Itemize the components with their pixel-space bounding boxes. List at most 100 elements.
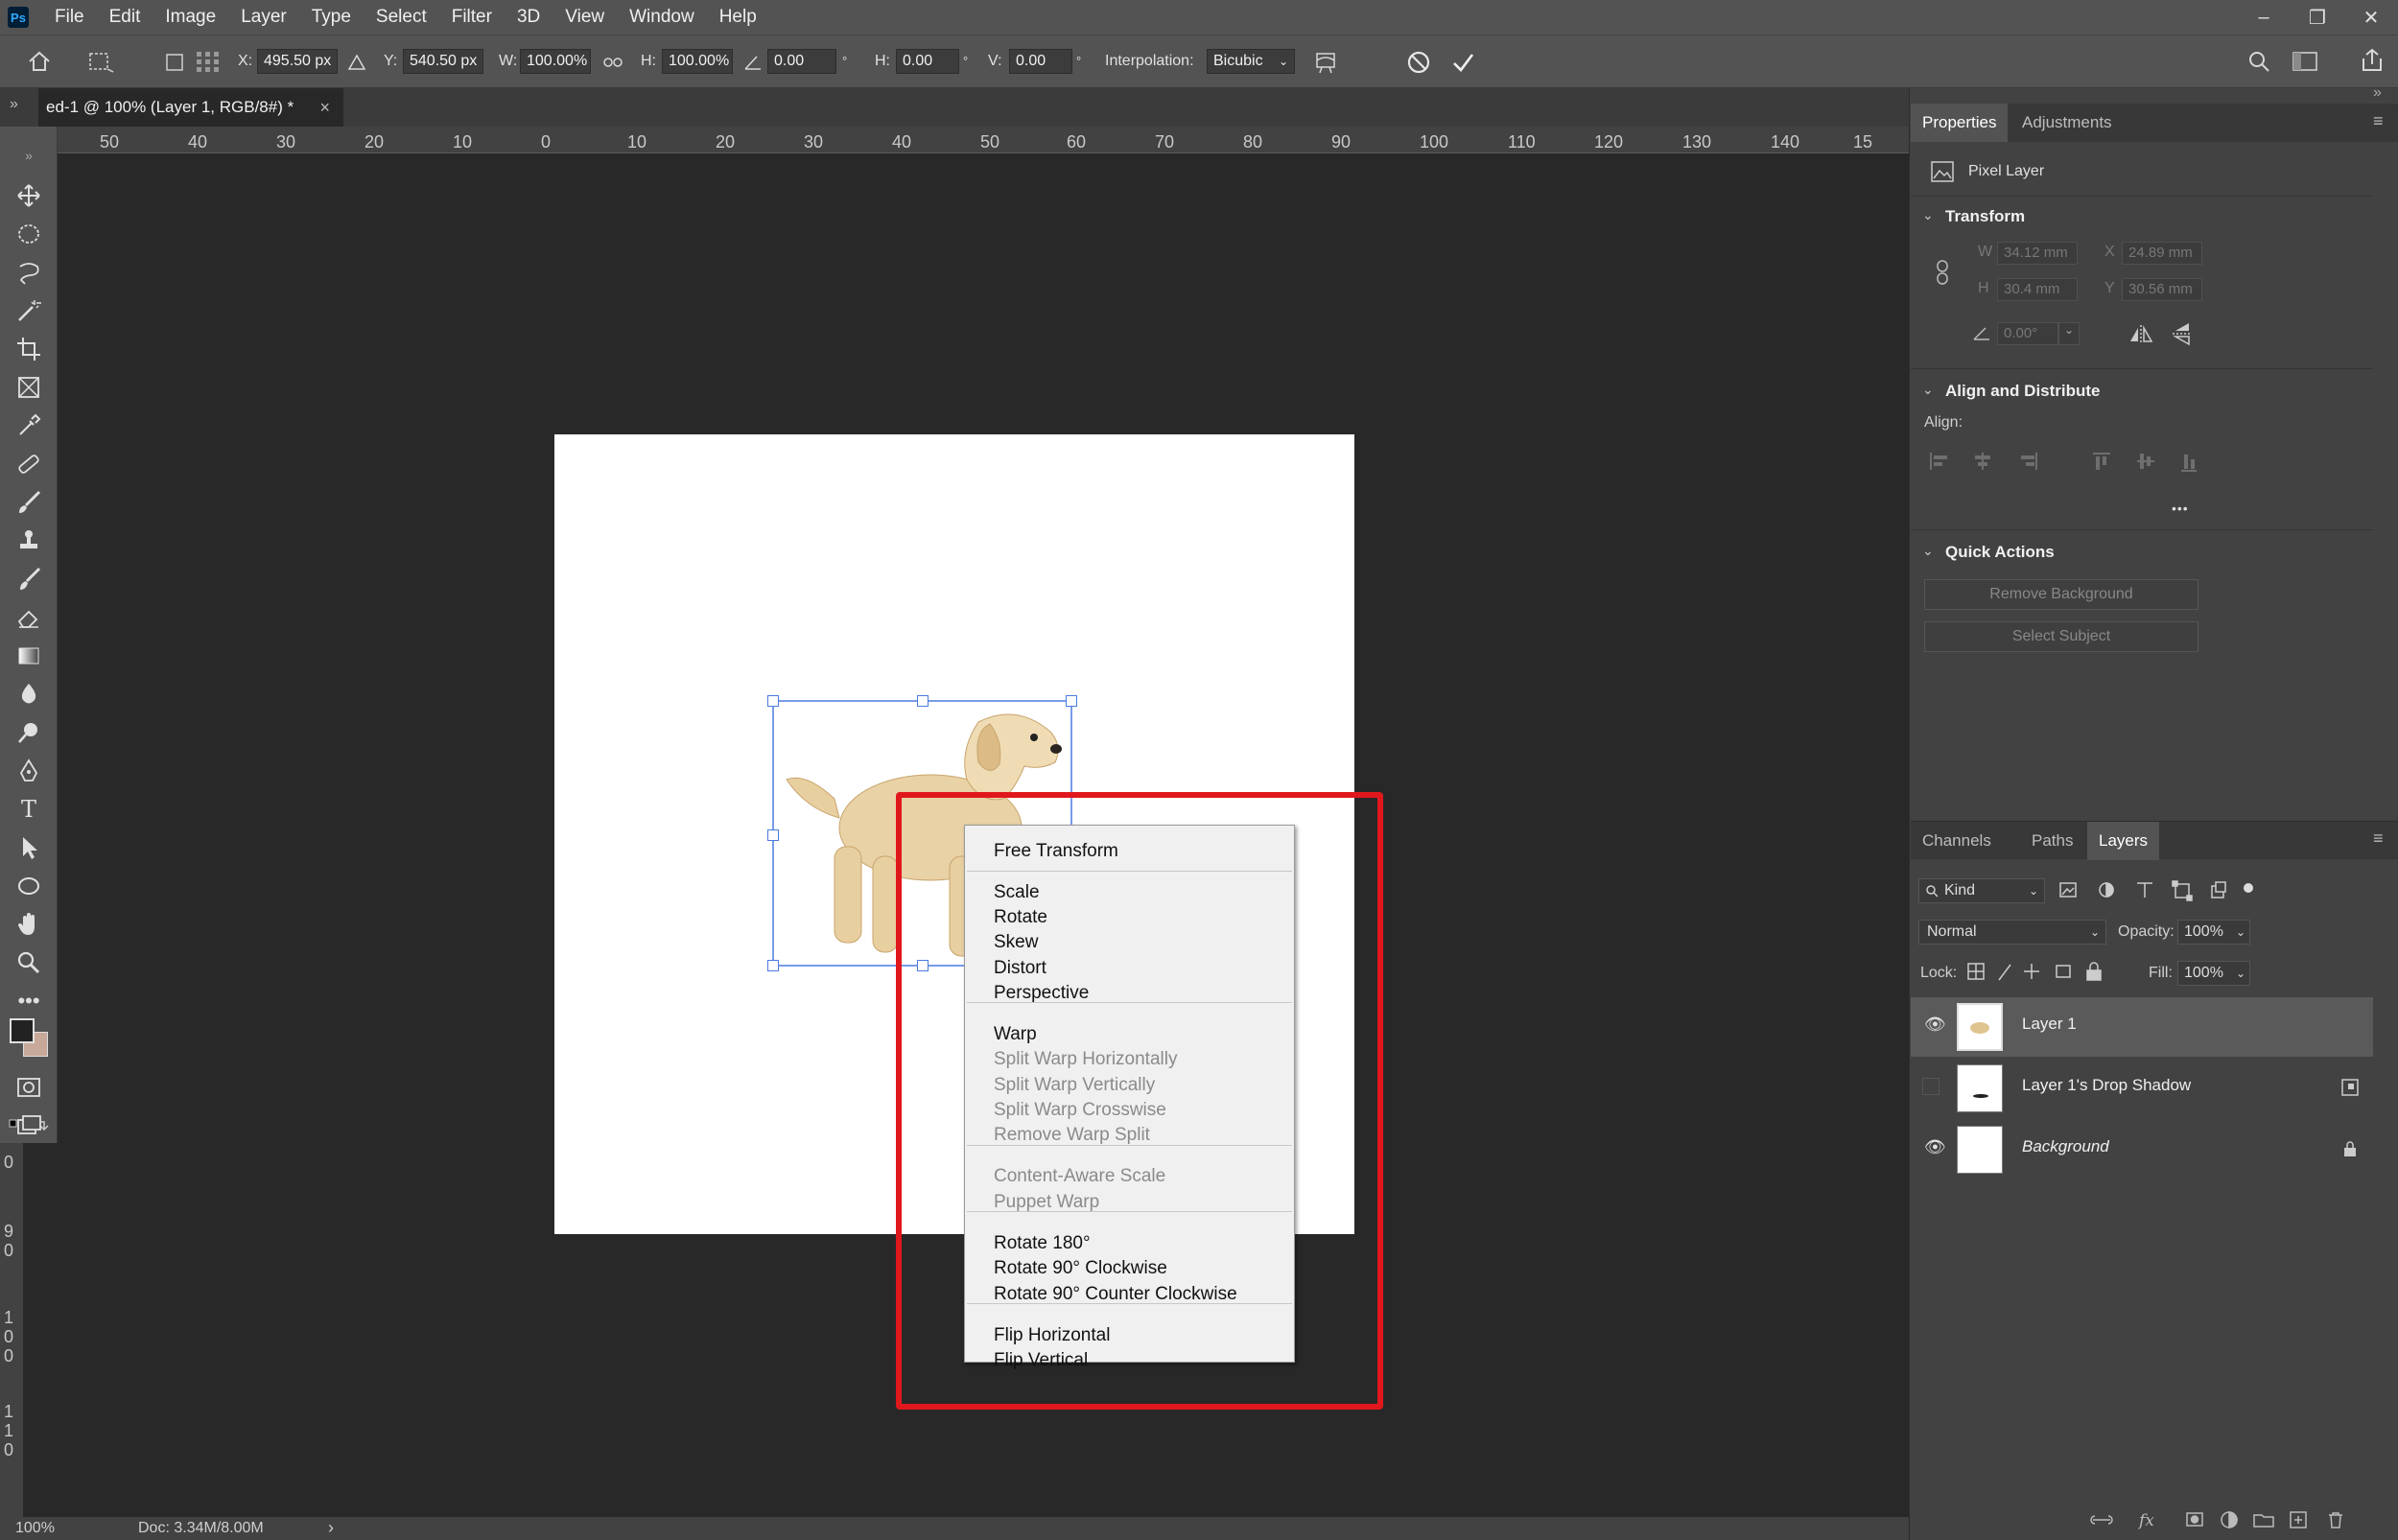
zoom-level[interactable]: 100% [15,1520,55,1537]
transform-tool-icon[interactable] [86,49,115,74]
more-tools-icon[interactable]: ••• [15,988,42,1015]
menu-item-split-warp-vertically[interactable]: Split Warp Vertically [994,1073,1155,1098]
tab-paths[interactable]: Paths [2020,822,2084,860]
home-icon[interactable] [27,49,52,74]
menu-item-flip-vertical[interactable]: Flip Vertical [994,1348,1088,1373]
hand-tool-icon[interactable] [15,911,42,938]
foreground-color-swatch[interactable] [10,1018,35,1043]
menu-filter[interactable]: Filter [439,7,505,28]
menu-item-skew[interactable]: Skew [994,930,1038,955]
y-field[interactable]: 30.56 mm [2122,278,2202,301]
interpolation-select[interactable]: Bicubic ⌄ [1207,49,1295,74]
clone-stamp-tool-icon[interactable] [15,527,42,554]
transform-handle-top[interactable] [917,695,929,707]
tab-channels[interactable]: Channels [1911,822,2003,860]
layer-name[interactable]: Layer 1 [2022,1015,2077,1034]
layer-row-layer-1[interactable]: 👁 Layer 1 [1911,997,2373,1057]
transform-handle-top-right[interactable] [1066,695,1077,707]
angle-field[interactable]: 0.00° [1997,322,2058,345]
transform-handle-bottom-left[interactable] [767,960,779,971]
menu-item-free-transform[interactable]: Free Transform [994,839,1118,864]
commit-transform-icon[interactable] [1450,50,1475,75]
lock-options-icons[interactable] [1966,961,2120,984]
menu-layer[interactable]: Layer [228,7,299,28]
eyedropper-tool-icon[interactable] [15,412,42,439]
blur-tool-icon[interactable] [15,681,42,708]
menu-view[interactable]: View [552,7,617,28]
ellipse-tool-icon[interactable] [15,873,42,899]
menu-edit[interactable]: Edit [97,7,153,28]
panel-collapse-icon[interactable]: » [10,96,18,113]
minimize-button[interactable]: – [2237,0,2291,35]
eye-visibility-icon[interactable]: 👁 [1924,1015,1946,1035]
link-aspect-icon[interactable] [602,55,623,70]
align-section-title[interactable]: Align and Distribute [1945,382,2101,401]
menu-item-flip-horizontal[interactable]: Flip Horizontal [994,1323,1110,1348]
share-icon[interactable] [2360,47,2385,74]
menu-window[interactable]: Window [617,7,707,28]
status-menu-arrow-icon[interactable]: › [328,1518,334,1538]
path-selection-tool-icon[interactable] [15,834,42,861]
toolbar-collapse-icon[interactable]: » [15,142,42,169]
menu-help[interactable]: Help [707,7,769,28]
workspace-icon[interactable] [2291,49,2319,74]
brush-tool-icon[interactable] [15,489,42,516]
menu-3d[interactable]: 3D [505,7,552,28]
height-scale-field[interactable]: 100.00% [662,49,733,74]
blend-mode-select[interactable]: Normal ⌄ [1918,920,2106,945]
tab-layers[interactable]: Layers [2087,822,2160,860]
angle-dropdown-chevron-icon[interactable]: ⌄ [2058,322,2080,345]
quick-actions-section-title[interactable]: Quick Actions [1945,543,2055,562]
photoshop-logo-icon[interactable]: Ps [8,7,29,28]
menu-item-rotate-90-cw[interactable]: Rotate 90° Clockwise [994,1256,1167,1281]
menu-file[interactable]: File [42,7,97,28]
lasso-tool-icon[interactable] [15,259,42,286]
select-subject-button[interactable]: Select Subject [1924,621,2198,652]
opacity-field[interactable]: 100% ⌄ [2177,920,2250,945]
healing-brush-tool-icon[interactable] [15,451,42,478]
reference-point-checkbox[interactable] [165,53,184,72]
menu-item-content-aware-scale[interactable]: Content-Aware Scale [994,1164,1165,1189]
move-tool-icon[interactable] [15,182,42,209]
eraser-tool-icon[interactable] [15,604,42,631]
fill-field[interactable]: 100% ⌄ [2177,961,2250,986]
search-icon[interactable] [2246,49,2271,74]
menu-item-rotate[interactable]: Rotate [994,905,1047,930]
close-tab-icon[interactable]: × [319,88,330,127]
frame-tool-icon[interactable] [15,374,42,401]
layer-name[interactable]: Layer 1's Drop Shadow [2022,1076,2191,1095]
layer-filter-icons[interactable] [2058,880,2260,901]
gradient-tool-icon[interactable] [15,642,42,669]
screen-mode-icon[interactable] [15,1112,42,1139]
marquee-tool-icon[interactable] [15,221,42,247]
pen-tool-icon[interactable] [15,758,42,784]
layer-row-drop-shadow[interactable]: Layer 1's Drop Shadow [1911,1059,2373,1118]
horizontal-ruler[interactable]: 50 40 30 20 10 0 10 20 30 40 50 60 70 80 90 100 110 120 13… [58,127,1909,153]
menu-item-warp[interactable]: Warp [994,1022,1037,1047]
flip-horizontal-icon[interactable] [2128,322,2156,347]
rotation-angle-field[interactable]: 0.00 [767,49,836,74]
horizontal-skew-field[interactable]: 0.00 [896,49,959,74]
eye-visibility-icon[interactable]: 👁 [1924,1137,1946,1157]
menu-item-scale[interactable]: Scale [994,880,1040,905]
layer-name[interactable]: Background [2022,1137,2109,1156]
menu-image[interactable]: Image [153,7,228,28]
filter-kind-select[interactable]: Kind ⌄ [1918,878,2045,903]
warp-mode-icon[interactable] [1312,49,1339,76]
document-tab[interactable]: ed-1 @ 100% (Layer 1, RGB/8#) * × [38,88,343,127]
menu-item-distort[interactable]: Distort [994,956,1046,981]
layers-footer-icons[interactable]: fx [2089,1507,2377,1532]
menu-select[interactable]: Select [364,7,439,28]
dock-collapse-icon[interactable]: » [2373,84,2382,102]
tab-adjustments[interactable]: Adjustments [2010,104,2124,142]
magic-wand-tool-icon[interactable] [15,297,42,324]
y-position-field[interactable]: 540.50 px [403,49,483,74]
menu-item-rotate-180[interactable]: Rotate 180° [994,1231,1091,1256]
chevron-down-icon[interactable]: ⌄ [1922,382,1934,398]
type-tool-icon[interactable]: T [15,796,42,823]
lock-icon[interactable] [2340,1139,2360,1158]
hidden-visibility-toggle[interactable] [1922,1078,1940,1095]
more-options-icon[interactable]: ••• [2172,501,2189,516]
dodge-tool-icon[interactable] [15,719,42,746]
crop-tool-icon[interactable] [15,336,42,362]
